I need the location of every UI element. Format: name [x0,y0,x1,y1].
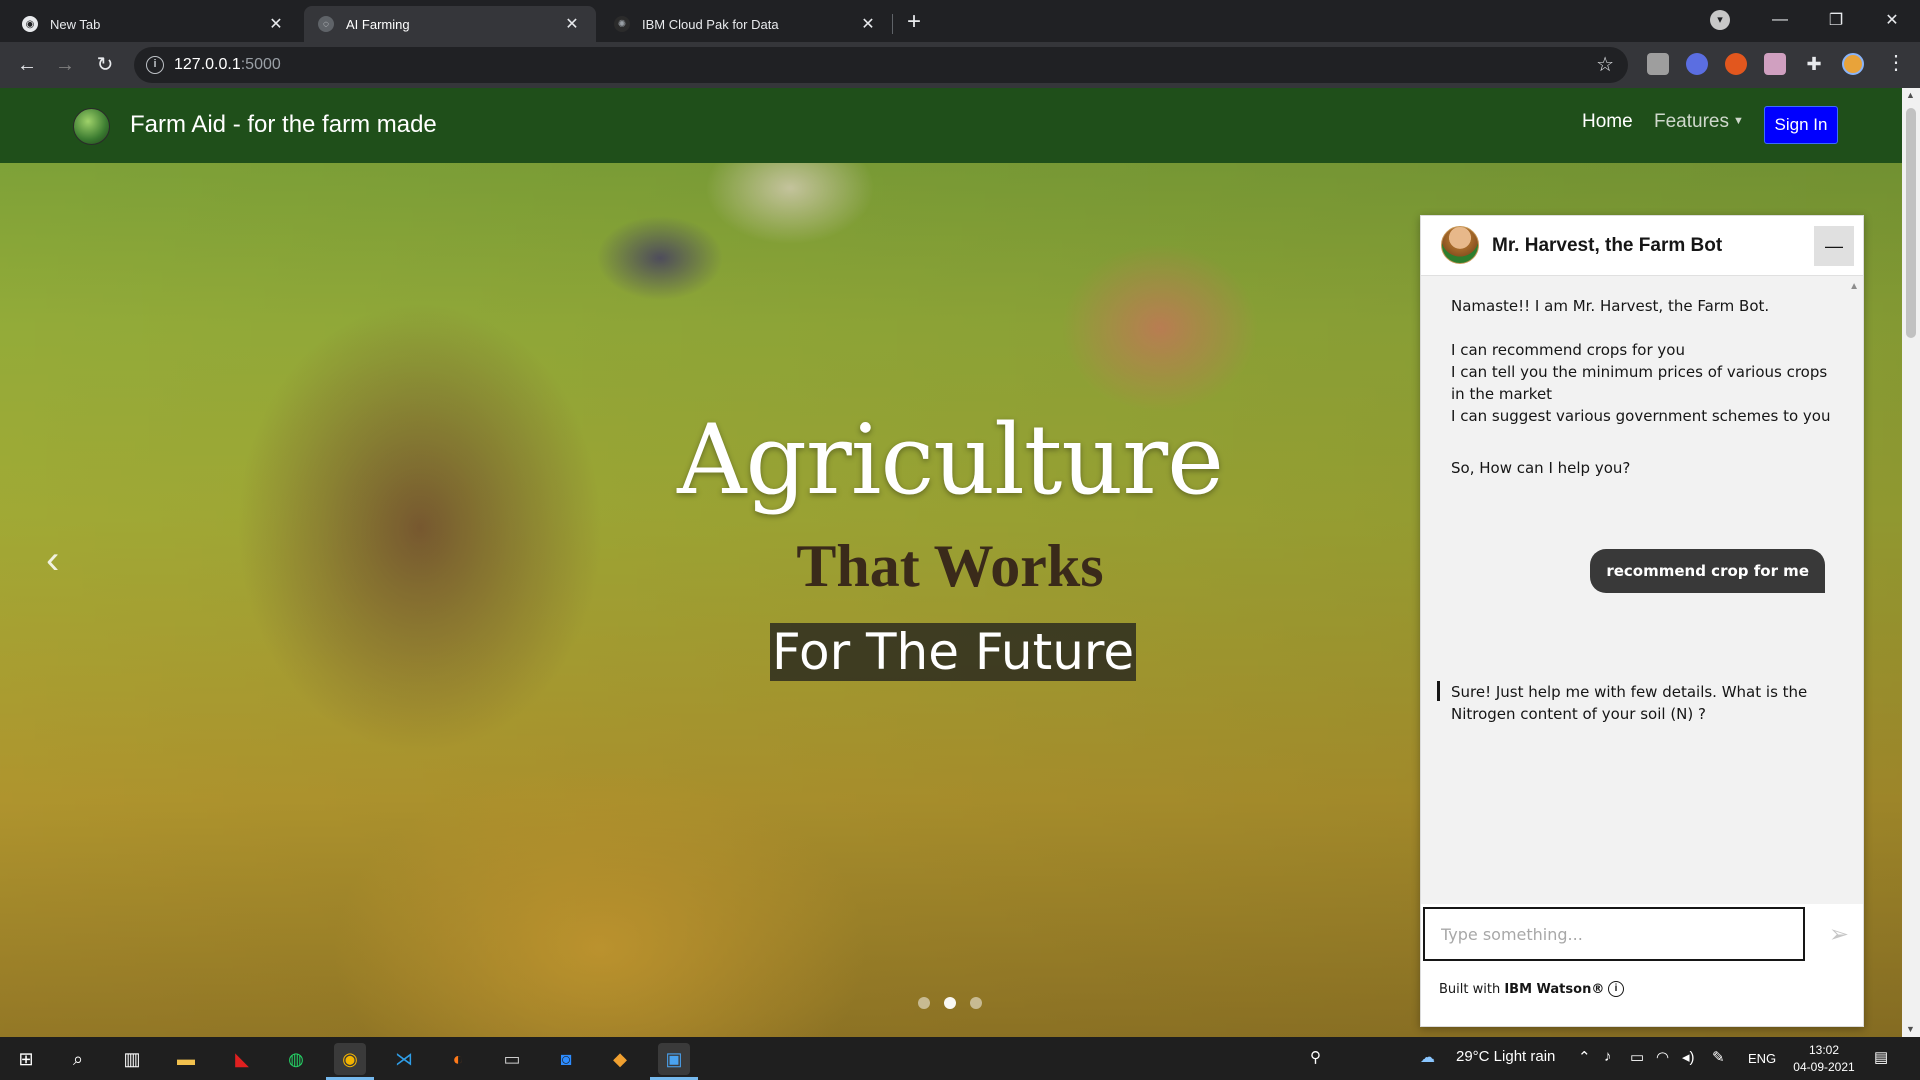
new-tab-button[interactable]: + [900,8,928,36]
tab-ai-farming[interactable]: ◌ AI Farming ✕ [304,6,596,42]
nav-features-dropdown[interactable]: Features ▼ [1654,111,1744,133]
pen-icon[interactable]: ✎ [1712,1048,1725,1066]
terminal-icon[interactable]: ▭ [496,1043,528,1075]
built-with-text: Built with IBM Watson® [1439,982,1605,997]
bot-message: Namaste!! I am Mr. Harvest, the Farm Bot… [1451,297,1831,425]
browser-tab-strip: ◉ New Tab ✕ ◌ AI Farming ✕ ✺ IBM Cloud P… [0,0,1920,42]
clock-date: 04-09-2021 [1793,1060,1855,1074]
chrome-icon: ◉ [22,16,38,32]
weather-text[interactable]: 29°C Light rain [1456,1048,1555,1065]
chatbot-panel: Mr. Harvest, the Farm Bot — ▲ Namaste!! … [1420,215,1864,1027]
windows-taskbar: ⊞ ⌕ ▥ ▬ ◣ ◍ ◉ ⋊ ◐ ▭ ◙ ◆ ▣ ⚲ ☁ 29°C Light… [0,1037,1920,1080]
nav-home-link[interactable]: Home [1582,111,1633,133]
close-icon[interactable]: ✕ [266,14,286,34]
extension-icon[interactable] [1647,53,1669,75]
battery-icon[interactable]: ▭ [1630,1048,1644,1066]
notifications-icon[interactable]: ▤ [1874,1048,1888,1066]
firefox-icon[interactable]: ◐ [442,1043,474,1075]
close-icon[interactable]: ✕ [562,14,582,34]
tab-separator [892,14,893,34]
send-icon[interactable]: ➢ [1829,920,1849,949]
back-icon[interactable]: ← [12,50,42,80]
git-icon[interactable]: ◆ [604,1043,636,1075]
minimize-chat-button[interactable]: — [1814,226,1854,266]
tab-search-icon[interactable]: ▾ [1710,10,1730,30]
file-explorer-icon[interactable]: ▬ [170,1043,202,1075]
bot-avatar [1441,226,1479,264]
globe-icon: ◌ [318,16,334,32]
user-message: recommend crop for me [1590,549,1825,593]
photos-icon[interactable]: ▣ [658,1043,690,1075]
windows-start-icon[interactable]: ⊞ [10,1043,42,1075]
system-clock[interactable]: 13:02 04-09-2021 [1792,1042,1856,1076]
extension-icon[interactable] [1764,53,1786,75]
restore-window-icon[interactable]: ❐ [1808,0,1864,40]
hero-subtitle: That Works [796,533,1104,599]
hero-title: Agriculture [677,404,1224,516]
page-viewport: Farm Aid - for the farm made Home Featur… [0,88,1902,1037]
bookmark-star-icon[interactable]: ☆ [1596,52,1614,77]
clock-time: 13:02 [1808,1043,1840,1057]
site-navbar: Farm Aid - for the farm made Home Featur… [0,88,1902,163]
tab-title: AI Farming [346,16,410,32]
tab-new-tab[interactable]: ◉ New Tab ✕ [8,6,300,42]
bot-message: So, How can I help you? [1451,459,1631,477]
tab-title: IBM Cloud Pak for Data [642,16,779,32]
carousel-indicator[interactable] [918,997,930,1009]
caret-down-icon: ▼ [1732,115,1744,127]
minimize-window-icon[interactable]: — [1752,0,1808,40]
carousel-indicator[interactable] [944,997,956,1009]
volume-icon[interactable]: ◂) [1682,1048,1695,1066]
tab-ibm-cloud-pak[interactable]: ✺ IBM Cloud Pak for Data ✕ [600,6,892,42]
url-text: 127.0.0.1:5000 [174,56,281,73]
wifi-icon[interactable]: ◠ [1656,1048,1669,1066]
vscode-icon[interactable]: ⋊ [388,1043,420,1075]
scrollbar-thumb[interactable] [1906,108,1916,338]
sign-in-button[interactable]: Sign In [1764,106,1838,144]
people-icon[interactable]: ⚲ [1310,1048,1321,1066]
profile-avatar[interactable] [1842,53,1864,75]
chat-message-input[interactable] [1423,907,1805,961]
chat-input-area: ➢ [1421,904,1863,962]
brand-name[interactable]: Farm Aid - for the farm made [130,111,437,139]
hero-tagline: For The Future [770,623,1137,681]
search-icon[interactable]: ⌕ [62,1043,94,1075]
pdf-reader-icon[interactable]: ◣ [226,1043,258,1075]
whatsapp-icon[interactable]: ◍ [280,1043,312,1075]
reload-icon[interactable]: ↻ [90,50,120,80]
info-icon[interactable]: i [1608,981,1624,997]
ibm-bee-icon: ✺ [614,16,630,32]
brand-logo[interactable] [73,108,110,145]
tab-title: New Tab [50,16,101,32]
carousel-prev-icon[interactable]: ‹ [46,538,59,583]
task-view-icon[interactable]: ▥ [116,1043,148,1075]
carousel-indicator[interactable] [970,997,982,1009]
language-indicator[interactable]: ENG [1748,1051,1776,1066]
address-bar[interactable]: i 127.0.0.1:5000 ☆ [134,47,1628,83]
scroll-up-arrow-icon[interactable]: ▲ [1906,90,1915,100]
message-focus-indicator [1437,681,1440,701]
puzzle-icon[interactable]: ✚ [1803,53,1825,75]
chrome-taskbar-icon[interactable]: ◉ [334,1043,366,1075]
page-scrollbar[interactable]: ▲ ▼ [1902,88,1920,1037]
scroll-down-arrow-icon[interactable]: ▼ [1906,1024,1915,1034]
microphone-icon[interactable]: ♪ [1604,1048,1612,1065]
close-window-icon[interactable]: ✕ [1864,0,1920,40]
zoom-icon[interactable]: ◙ [550,1043,582,1075]
weather-cloud-icon: ☁ [1420,1049,1435,1066]
site-info-icon[interactable]: i [146,56,164,74]
chat-messages[interactable]: ▲ Namaste!! I am Mr. Harvest, the Farm B… [1421,277,1863,967]
scroll-up-icon[interactable]: ▲ [1849,281,1859,292]
tray-chevron-icon[interactable]: ⌃ [1578,1048,1591,1066]
bot-message: Sure! Just help me with few details. Wha… [1451,683,1808,723]
extension-icon[interactable] [1686,53,1708,75]
extension-icon[interactable] [1725,53,1747,75]
browser-toolbar: ← → ↻ i 127.0.0.1:5000 ☆ [0,42,1920,88]
bot-name: Mr. Harvest, the Farm Bot [1492,235,1723,256]
close-icon[interactable]: ✕ [858,14,878,34]
chat-header: Mr. Harvest, the Farm Bot — [1421,216,1863,276]
chat-footer: Built with IBM Watson® i [1421,962,1863,1026]
forward-icon[interactable]: → [50,50,80,80]
browser-menu-icon[interactable]: ⋮ [1886,50,1906,75]
